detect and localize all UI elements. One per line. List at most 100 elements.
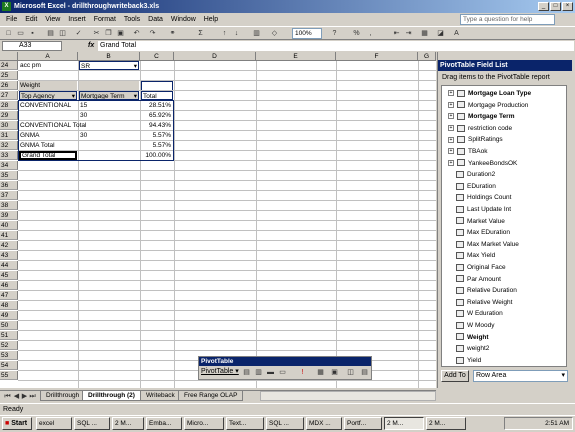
zoom-select[interactable]: 100% — [292, 28, 322, 39]
formula-input[interactable]: Grand Total — [98, 41, 574, 51]
chevron-down-icon[interactable]: ▾ — [134, 92, 137, 99]
percent-icon[interactable]: % — [352, 29, 361, 38]
show-detail-icon[interactable]: ▭ — [278, 368, 287, 377]
field-item[interactable]: + SplitRatings — [448, 134, 503, 145]
worksheet-grid[interactable]: A B C D E F G acc pm SR ▾ Weight Top Agen… — [0, 52, 436, 388]
menu-insert[interactable]: Insert — [68, 16, 86, 23]
cell-a30[interactable]: CONVENTIONAL Total — [19, 121, 139, 130]
ask-question-input[interactable]: Type a question for help — [460, 14, 555, 25]
field-item[interactable]: Max Yield — [456, 250, 495, 261]
chart-wizard-icon[interactable]: ▥ — [254, 368, 263, 377]
undo-icon[interactable]: ↶ — [132, 29, 141, 38]
decrease-indent-icon[interactable]: ⇤ — [392, 29, 401, 38]
add-to-button[interactable]: Add To — [441, 370, 469, 382]
pivottable-toolbar-title[interactable]: PivotTable — [199, 357, 371, 366]
font-color-icon[interactable]: A — [452, 29, 461, 38]
save-icon[interactable]: ▪ — [28, 29, 37, 38]
cell-c31[interactable]: 5.57% — [141, 131, 173, 140]
expand-icon[interactable]: + — [448, 148, 454, 155]
row-header-51[interactable]: 51 — [0, 331, 18, 340]
row-header-25[interactable]: 25 — [0, 71, 18, 80]
cell-c28[interactable]: 28.51% — [141, 101, 173, 110]
field-item[interactable]: Holdings Count — [456, 192, 511, 203]
page-field-dropdown[interactable]: SR ▾ — [79, 61, 139, 70]
field-list[interactable]: + Mortgage Loan Type + Mortgage Production +… — [441, 85, 567, 367]
taskbar-button[interactable]: SQL ... — [266, 417, 304, 430]
column-header-b[interactable]: B — [78, 52, 140, 61]
row-header-29[interactable]: 29 — [0, 111, 18, 120]
expand-icon[interactable]: + — [448, 90, 454, 97]
row-header-24[interactable]: 24 — [0, 61, 18, 70]
row-header-53[interactable]: 53 — [0, 351, 18, 360]
field-item[interactable]: Yield — [456, 355, 481, 366]
field-item[interactable]: W Eduration — [456, 308, 503, 319]
fx-icon[interactable]: fx — [88, 41, 94, 51]
field-item[interactable]: Weight — [456, 332, 489, 343]
row-header-40[interactable]: 40 — [0, 221, 18, 230]
chevron-down-icon[interactable]: ▾ — [72, 92, 75, 99]
row-header-55[interactable]: 55 — [0, 371, 18, 380]
expand-icon[interactable]: + — [448, 136, 454, 143]
cell-a24[interactable]: acc pm — [19, 61, 77, 70]
sheet-tab-free-range-olap[interactable]: Free Range OLAP — [178, 391, 244, 401]
field-item[interactable]: weight2 — [456, 343, 489, 354]
field-item[interactable]: + TBAok — [448, 146, 488, 157]
taskbar-button[interactable]: SQL ... — [74, 417, 110, 430]
cell-c27[interactable]: Total — [141, 91, 173, 100]
field-item[interactable]: Market Value — [456, 216, 505, 227]
help-icon[interactable]: ? — [330, 29, 339, 38]
field-item[interactable]: Relative Duration — [456, 285, 517, 296]
format-report-icon[interactable]: ▤ — [242, 368, 251, 377]
taskbar-button[interactable]: 2 M... — [384, 417, 424, 430]
hide-field-list-icon[interactable]: ▣ — [330, 368, 339, 377]
row-header-35[interactable]: 35 — [0, 171, 18, 180]
minimize-button[interactable]: _ — [538, 2, 549, 11]
row-header-34[interactable]: 34 — [0, 161, 18, 170]
expand-icon[interactable]: + — [448, 113, 454, 120]
row-header-41[interactable]: 41 — [0, 231, 18, 240]
start-button[interactable]: ■ Start — [2, 417, 32, 430]
taskbar-button[interactable]: MDX ... — [306, 417, 342, 430]
field-item[interactable]: Relative Weight — [456, 297, 512, 308]
row-header-46[interactable]: 46 — [0, 281, 18, 290]
row-header-28[interactable]: 28 — [0, 101, 18, 110]
row-header-26[interactable]: 26 — [0, 81, 18, 90]
row-header-48[interactable]: 48 — [0, 301, 18, 310]
row-header-30[interactable]: 30 — [0, 121, 18, 130]
expand-icon[interactable]: + — [448, 101, 454, 108]
column-header-e[interactable]: E — [256, 52, 336, 61]
sort-asc-icon[interactable]: ↑ — [220, 29, 229, 38]
hide-detail-icon[interactable]: ▬ — [266, 368, 275, 377]
increase-indent-icon[interactable]: ⇥ — [404, 29, 413, 38]
row-header-33[interactable]: 33 — [0, 151, 18, 160]
copy-icon[interactable]: ❐ — [104, 29, 113, 38]
spelling-icon[interactable]: ✓ — [74, 29, 83, 38]
field-item[interactable]: + YankeeBondsOK — [448, 158, 517, 169]
open-icon[interactable]: ▭ — [16, 29, 25, 38]
row-header-54[interactable]: 54 — [0, 361, 18, 370]
sheet-tab-writeback[interactable]: Writeback — [140, 391, 181, 401]
row-header-52[interactable]: 52 — [0, 341, 18, 350]
cell-c33[interactable]: 100.00% — [141, 151, 173, 160]
name-box[interactable]: A33 — [2, 41, 62, 51]
cell-a26[interactable]: Weight — [19, 81, 77, 90]
field-item[interactable]: Original Face — [456, 262, 506, 273]
row-header-42[interactable]: 42 — [0, 241, 18, 250]
maximize-button[interactable]: □ — [550, 2, 561, 11]
row-header-47[interactable]: 47 — [0, 291, 18, 300]
comma-style-icon[interactable]: , — [366, 29, 375, 38]
menu-file[interactable]: File — [6, 16, 17, 23]
menu-window[interactable]: Window — [171, 16, 196, 23]
cell-c26[interactable] — [141, 81, 173, 90]
field-item[interactable]: + Mortgage Loan Type — [448, 88, 531, 99]
always-display-items-icon[interactable]: ◫ — [346, 368, 355, 377]
field-item[interactable]: Duration2 — [456, 169, 495, 180]
taskbar-button[interactable]: 2 M... — [112, 417, 144, 430]
field-item[interactable]: EDuration — [456, 181, 496, 192]
row-header-50[interactable]: 50 — [0, 321, 18, 330]
column-header-c[interactable]: C — [140, 52, 174, 61]
row-header-49[interactable]: 49 — [0, 311, 18, 320]
column-header-a[interactable]: A — [18, 52, 78, 61]
row-header-45[interactable]: 45 — [0, 271, 18, 280]
chevron-down-icon[interactable]: ▾ — [134, 62, 137, 69]
